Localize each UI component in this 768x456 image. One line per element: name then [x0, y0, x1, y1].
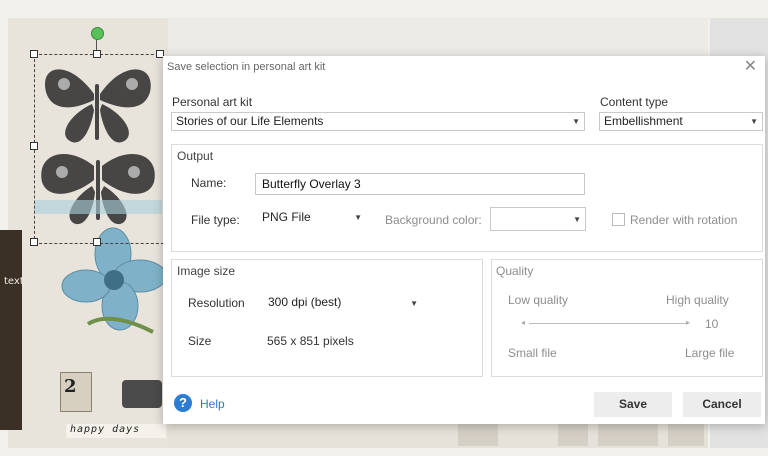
small-file-label: Small file: [508, 346, 557, 360]
resolution-select[interactable]: 300 dpi (best) ▼: [263, 290, 423, 314]
file-type-select[interactable]: PNG File ▼: [257, 208, 367, 227]
slider-left-cap-icon: ◂: [521, 318, 526, 327]
render-rotation-label: Render with rotation: [630, 213, 738, 227]
background-color-select[interactable]: ▼: [490, 207, 586, 231]
save-selection-dialog: Save selection in personal art kit ✕ Per…: [163, 56, 765, 424]
rotation-handle[interactable]: [91, 27, 104, 40]
chevron-down-icon: ▼: [750, 117, 758, 126]
dark-paper-strip: [0, 230, 22, 430]
cancel-button[interactable]: Cancel: [683, 392, 761, 417]
resize-handle-bottom-left[interactable]: [30, 238, 38, 246]
happy-days-label: happy days: [66, 424, 166, 438]
art-kit-select[interactable]: Stories of our Life Elements ▼: [171, 112, 585, 131]
image-size-group-title: Image size: [177, 264, 236, 278]
large-file-label: Large file: [685, 346, 735, 360]
art-kit-value: Stories of our Life Elements: [176, 114, 324, 128]
size-value: 565 x 851 pixels: [267, 334, 354, 348]
camera-embellishment: [122, 380, 162, 408]
background-color-label: Background color:: [385, 213, 482, 227]
art-kit-label: Personal art kit: [172, 95, 253, 109]
resize-handle-top-middle[interactable]: [93, 50, 101, 58]
file-type-label: File type:: [191, 213, 240, 227]
dialog-title: Save selection in personal art kit: [167, 61, 326, 73]
bottom-artwork-strip: [168, 422, 708, 448]
quality-slider-thumb[interactable]: ▸: [686, 318, 690, 327]
content-type-label: Content type: [600, 95, 669, 109]
close-icon[interactable]: ✕: [744, 58, 757, 76]
output-group: [171, 144, 763, 252]
chevron-down-icon: ▼: [572, 117, 580, 126]
quality-slider-track[interactable]: [529, 323, 687, 324]
content-type-value: Embellishment: [604, 114, 683, 128]
help-link[interactable]: Help: [200, 397, 225, 411]
resize-handle-middle-left[interactable]: [30, 142, 38, 150]
chevron-down-icon: ▼: [573, 215, 581, 224]
content-type-select[interactable]: Embellishment ▼: [599, 112, 763, 131]
low-quality-label: Low quality: [508, 293, 569, 307]
high-quality-label: High quality: [666, 293, 729, 307]
quality-group-title: Quality: [496, 264, 534, 278]
quality-value: 10: [705, 317, 719, 331]
chevron-down-icon: ▼: [354, 213, 362, 222]
save-button[interactable]: Save: [594, 392, 672, 417]
file-type-value: PNG File: [262, 210, 311, 224]
side-text: text: [4, 276, 24, 287]
output-group-title: Output: [177, 149, 214, 163]
resolution-value: 300 dpi (best): [268, 295, 342, 309]
resize-handle-bottom-middle[interactable]: [93, 238, 101, 246]
help-icon[interactable]: ?: [174, 394, 192, 412]
name-field[interactable]: Butterfly Overlay 3: [255, 173, 585, 195]
chevron-down-icon: ▼: [410, 299, 418, 308]
selection-box[interactable]: [34, 54, 164, 244]
resolution-label: Resolution: [188, 296, 245, 310]
stamp-number: 2: [64, 376, 77, 397]
name-label: Name:: [191, 176, 227, 190]
resize-handle-top-left[interactable]: [30, 50, 38, 58]
render-rotation-checkbox[interactable]: [612, 213, 625, 226]
size-label: Size: [188, 334, 212, 348]
